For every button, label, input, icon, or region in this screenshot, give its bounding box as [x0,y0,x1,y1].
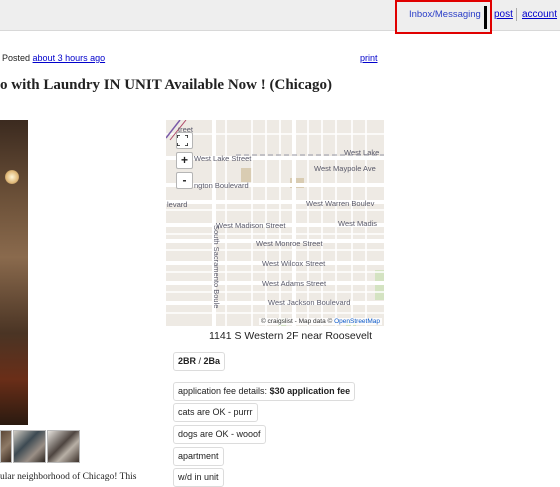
thumbnail-image[interactable] [47,430,80,463]
housing-type-badge: apartment [173,447,224,466]
inbox-highlight[interactable]: Inbox/Messaging [395,0,492,34]
bathrooms: 2Ba [203,356,221,366]
map-attribution: © craigslist - Map data © OpenStreetMap [258,318,382,325]
bedrooms: 2BR [178,356,197,366]
posting-body: ular neighborhood of Chicago! This [0,472,137,482]
posting-title: o with Laundry IN UNIT Available Now ! (… [0,77,332,93]
zoom-out-button[interactable]: - [176,172,193,189]
fee-value: $30 application fee [269,386,351,396]
application-fee-badge: application fee details: $30 application… [173,382,356,401]
cats-badge: cats are OK - purrr [173,403,258,422]
separator [516,8,517,21]
posted-prefix: Posted [2,53,31,63]
dogs-badge: dogs are OK - wooof [173,425,266,444]
attribution-text: © craigslist - Map data © [260,318,333,325]
street-label: West Warren Boulev [306,199,375,208]
street-label: West Wilcox Street [262,259,326,268]
posted-info: Posted about 3 hours ago [2,53,105,63]
map-address: 1141 S Western 2F near Roosevelt [209,330,373,342]
street-label: West Madis [338,219,378,228]
street-label: South Sacramento Boule [212,225,221,309]
street-label: West Monroe Street [256,239,323,248]
street-label: West Adams Street [262,279,327,288]
posted-time-link[interactable]: about 3 hours ago [33,53,106,63]
thumbnail-image[interactable] [13,430,46,463]
print-link[interactable]: print [360,53,378,63]
fullscreen-icon [177,135,188,146]
street-label: West Lake [344,148,380,157]
zoom-in-button[interactable]: + [176,152,193,169]
thumbnail-image[interactable] [0,430,12,463]
bedroom-bathroom-badge: 2BR / 2Ba [173,352,226,371]
laundry-badge: w/d in unit [173,468,224,487]
openstreetmap-link[interactable]: OpenStreetMap [334,318,380,325]
fee-label: application fee details: [178,386,268,396]
account-link[interactable]: account [522,9,557,20]
main-photo[interactable] [0,120,28,425]
street-label: West Madison Street [216,221,286,230]
top-bar: Inbox/Messaging post account [0,0,560,34]
street-label: West Jackson Boulevard [268,298,351,307]
street-label: West Maypole Ave [314,164,376,173]
fullscreen-button[interactable] [176,132,193,149]
street-label: West Lake Street [194,154,252,163]
post-link[interactable]: post [494,9,513,20]
location-map[interactable]: treet West Lake Street West Lake West Ma… [166,120,384,326]
street-label: levard [167,200,188,209]
ceiling-light [5,170,19,184]
text-cursor [484,6,487,29]
inbox-messaging-link[interactable]: Inbox/Messaging [409,9,481,20]
street-label: ngton Boulevard [194,181,249,190]
